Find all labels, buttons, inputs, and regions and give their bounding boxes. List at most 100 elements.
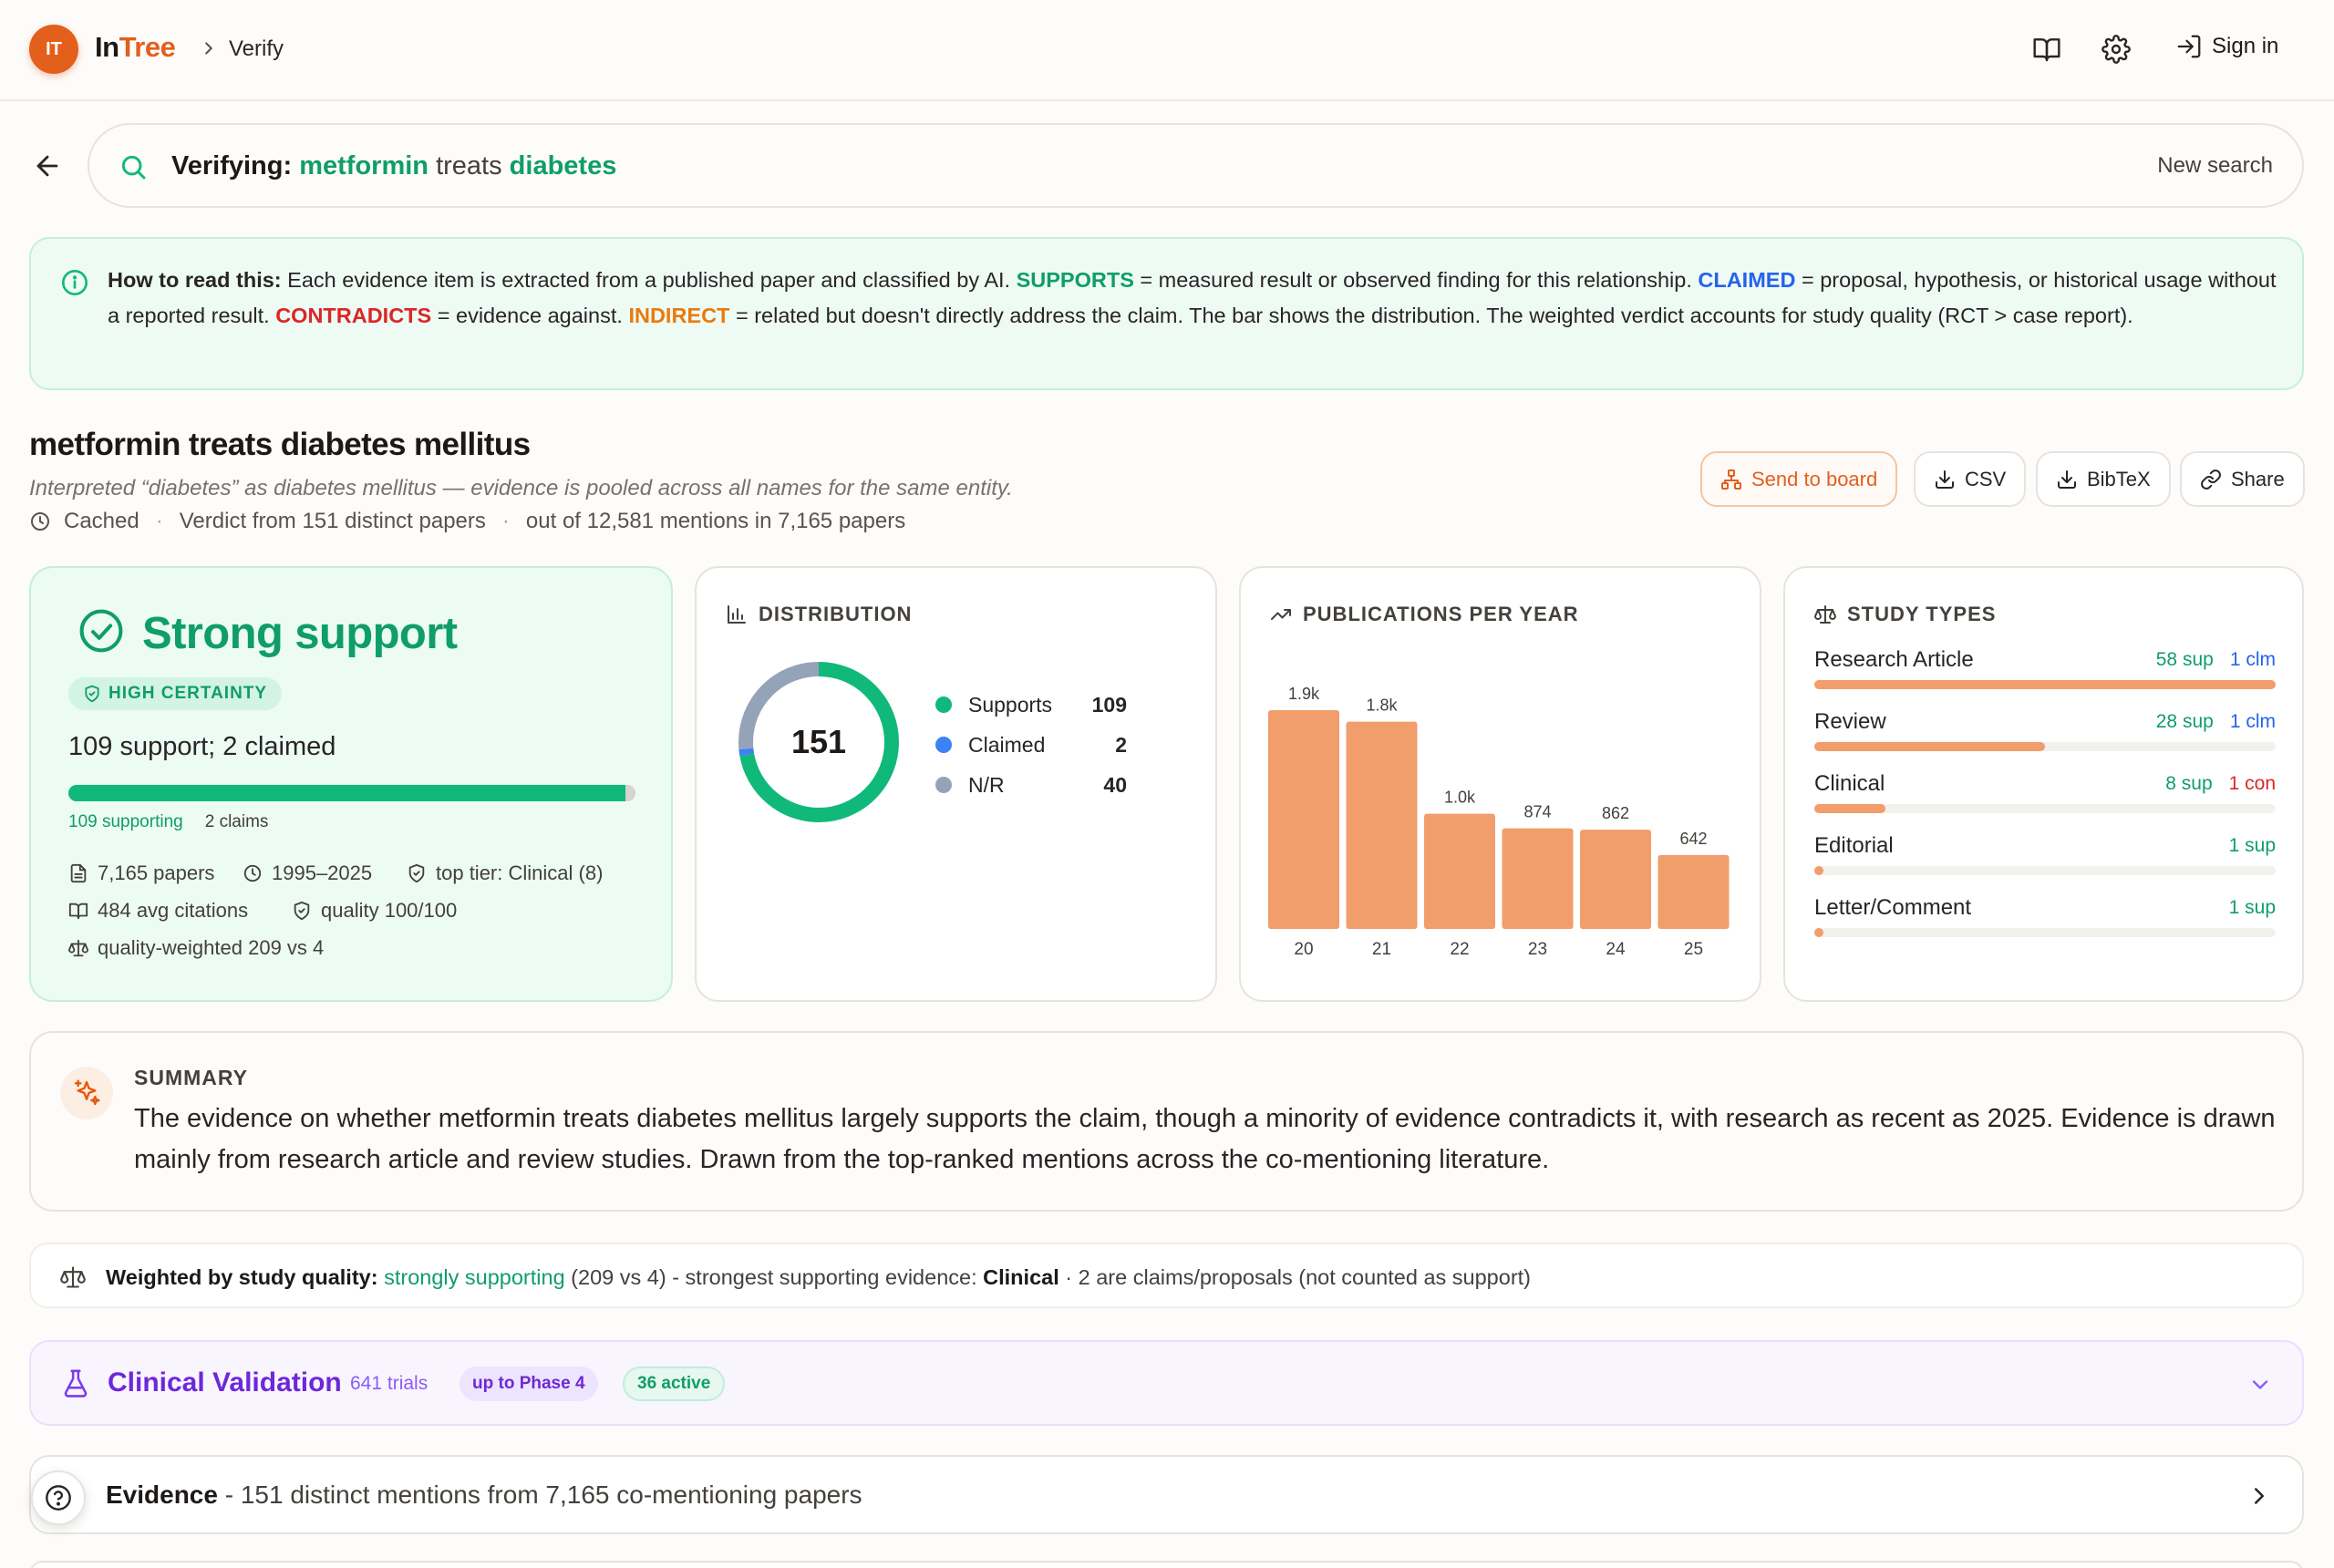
csv-download-button[interactable]: CSV xyxy=(1914,451,2027,507)
study-type-name: Clinical xyxy=(1814,771,1885,796)
bibtex-label: BibTeX xyxy=(2087,467,2151,490)
legend-row-supports: Supports 109 xyxy=(935,685,1127,725)
bar-data-label: 1.9k xyxy=(1288,685,1320,703)
chevron-right-icon xyxy=(199,38,219,58)
bar-21[interactable] xyxy=(1346,721,1418,929)
claimed-count: 1 clm xyxy=(2229,649,2276,670)
legend-dot xyxy=(935,737,952,753)
study-type-counts: 8 sup 1 con xyxy=(2165,773,2276,795)
verdict-distribution-bar xyxy=(68,785,635,801)
claims-count: 2 claims xyxy=(204,812,269,831)
weighted-verdict: strongly supporting xyxy=(384,1265,565,1289)
new-search-button[interactable]: New search xyxy=(2157,153,2273,179)
check-circle-icon xyxy=(77,606,126,655)
send-to-board-button[interactable]: Send to board xyxy=(1700,451,1898,507)
download-icon xyxy=(1934,469,1956,490)
search-bar[interactable]: Verifying: metformin treats diabetes New… xyxy=(88,123,2304,208)
evidence-section[interactable]: Evidence - 151 distinct mentions from 7,… xyxy=(29,1455,2304,1534)
summary-panel: SUMMARY The evidence on whether metformi… xyxy=(29,1031,2304,1212)
weighted-stat: quality-weighted 209 vs 4 xyxy=(68,936,324,960)
logo-badge[interactable]: IT xyxy=(29,25,78,74)
top-tier-value: top tier: Clinical (8) xyxy=(436,861,604,884)
distribution-heading: DISTRIBUTION xyxy=(726,603,912,626)
contradict-count: 1 con xyxy=(2228,773,2276,794)
distribution-total: 151 xyxy=(790,723,847,760)
weighted-quality-row: Weighted by study quality: strongly supp… xyxy=(29,1243,2304,1308)
interpretation-note: Interpreted “diabetes” as diabetes melli… xyxy=(29,476,1013,500)
study-types-heading-label: STUDY TYPES xyxy=(1847,603,1997,625)
bar-data-label: 1.0k xyxy=(1444,789,1476,807)
legend-value: 40 xyxy=(1103,772,1127,797)
app-logo[interactable]: InTree xyxy=(95,31,176,64)
bar-data-label: 862 xyxy=(1602,804,1629,822)
bar-25[interactable] xyxy=(1658,854,1730,929)
clock-icon xyxy=(243,864,262,882)
search-icon xyxy=(119,152,148,181)
verdict-card: Strong support HIGH CERTAINTY 109 suppor… xyxy=(29,566,673,1002)
years-stat: 1995–2025 xyxy=(243,861,372,885)
flask-icon xyxy=(60,1368,91,1399)
claim-meta: Cached · Verdict from 151 distinct paper… xyxy=(29,509,905,534)
study-type-bar xyxy=(1814,928,2276,937)
x-tick-label: 25 xyxy=(1684,940,1703,959)
info-indirect: INDIRECT xyxy=(628,304,730,327)
chevron-right-icon[interactable] xyxy=(2246,1482,2273,1510)
info-supports: SUPPORTS xyxy=(1016,268,1134,292)
help-button[interactable] xyxy=(31,1470,86,1525)
breadcrumb-verify[interactable]: Verify xyxy=(229,36,284,62)
clock-icon xyxy=(29,511,51,532)
search-query[interactable]: Verifying: metformin treats diabetes xyxy=(171,151,616,181)
legend-row-claimed: Claimed 2 xyxy=(935,725,1127,765)
certainty-label: HIGH CERTAINTY xyxy=(108,684,268,703)
support-count: 1 sup xyxy=(2228,897,2276,918)
file-text-icon xyxy=(70,863,87,883)
next-section-card xyxy=(29,1561,2304,1568)
chevron-down-icon[interactable] xyxy=(2247,1372,2273,1398)
bar-data-label: 642 xyxy=(1679,830,1707,848)
meta-separator: · xyxy=(155,509,163,533)
arrow-left-icon xyxy=(36,155,58,177)
study-type-counts: 58 sup 1 clm xyxy=(2156,649,2276,671)
verdict-source: Verdict from 151 distinct papers xyxy=(179,509,486,533)
search-label: Verifying: xyxy=(171,151,293,181)
info-icon xyxy=(60,268,89,297)
clinical-validation-section[interactable]: Clinical Validation 641 trials up to Pha… xyxy=(29,1340,2304,1426)
gear-icon[interactable] xyxy=(2100,33,2133,66)
weighted-mid: (209 vs 4) - strongest supporting eviden… xyxy=(564,1265,984,1289)
sign-in-button[interactable]: Sign in xyxy=(2175,33,2278,60)
logo-text-in: In xyxy=(95,31,119,63)
bar-24[interactable] xyxy=(1580,830,1651,929)
citations-value: 484 avg citations xyxy=(98,899,249,922)
share-button[interactable]: Share xyxy=(2180,451,2305,507)
bar-chart-icon xyxy=(728,605,746,624)
bar-23[interactable] xyxy=(1502,828,1574,929)
bar-20[interactable] xyxy=(1268,710,1339,929)
bar-22[interactable] xyxy=(1424,813,1495,929)
back-arrow-button[interactable] xyxy=(29,148,66,184)
legend-row-nr: N/R 40 xyxy=(935,765,1127,805)
verdict-bar-labels: 109 supporting 2 claims xyxy=(68,812,268,832)
support-count: 28 sup xyxy=(2155,711,2214,732)
support-count: 58 sup xyxy=(2155,649,2214,670)
quality-value: quality 100/100 xyxy=(321,899,458,922)
sparkles-icon xyxy=(60,1067,113,1119)
weighted-lead: Weighted by study quality: xyxy=(106,1265,378,1289)
study-type-bar-fill xyxy=(1814,866,1823,875)
shield-check-icon xyxy=(83,685,101,703)
bibtex-download-button[interactable]: BibTeX xyxy=(2036,451,2171,507)
distribution-legend: Supports 109 Claimed 2 N/R 40 xyxy=(935,685,1127,805)
book-open-icon[interactable] xyxy=(2030,33,2063,66)
scale-icon xyxy=(68,939,88,957)
publications-card: PUBLICATIONS PER YEAR 1.9k 20 1.8k 21 1.0k 22… xyxy=(1239,566,1761,1002)
x-tick-label: 22 xyxy=(1450,940,1469,959)
info-text-4: = evidence against. xyxy=(431,304,629,327)
help-circle-icon xyxy=(46,1485,71,1511)
publications-bar-chart: 1.9k 20 1.8k 21 1.0k 22 874 23 862 24 642 25 xyxy=(1268,685,1730,959)
info-text-5: = related but doesn't directly address t… xyxy=(729,304,2133,327)
publications-heading-label: PUBLICATIONS PER YEAR xyxy=(1303,603,1579,625)
evidence-desc: - 151 distinct mentions from 7,165 co-me… xyxy=(217,1480,862,1509)
cached-label: Cached xyxy=(64,509,139,533)
sign-in-label: Sign in xyxy=(2212,34,2279,58)
study-type-counts: 28 sup 1 clm xyxy=(2156,711,2276,733)
logo-text-tree: Tree xyxy=(119,31,176,63)
